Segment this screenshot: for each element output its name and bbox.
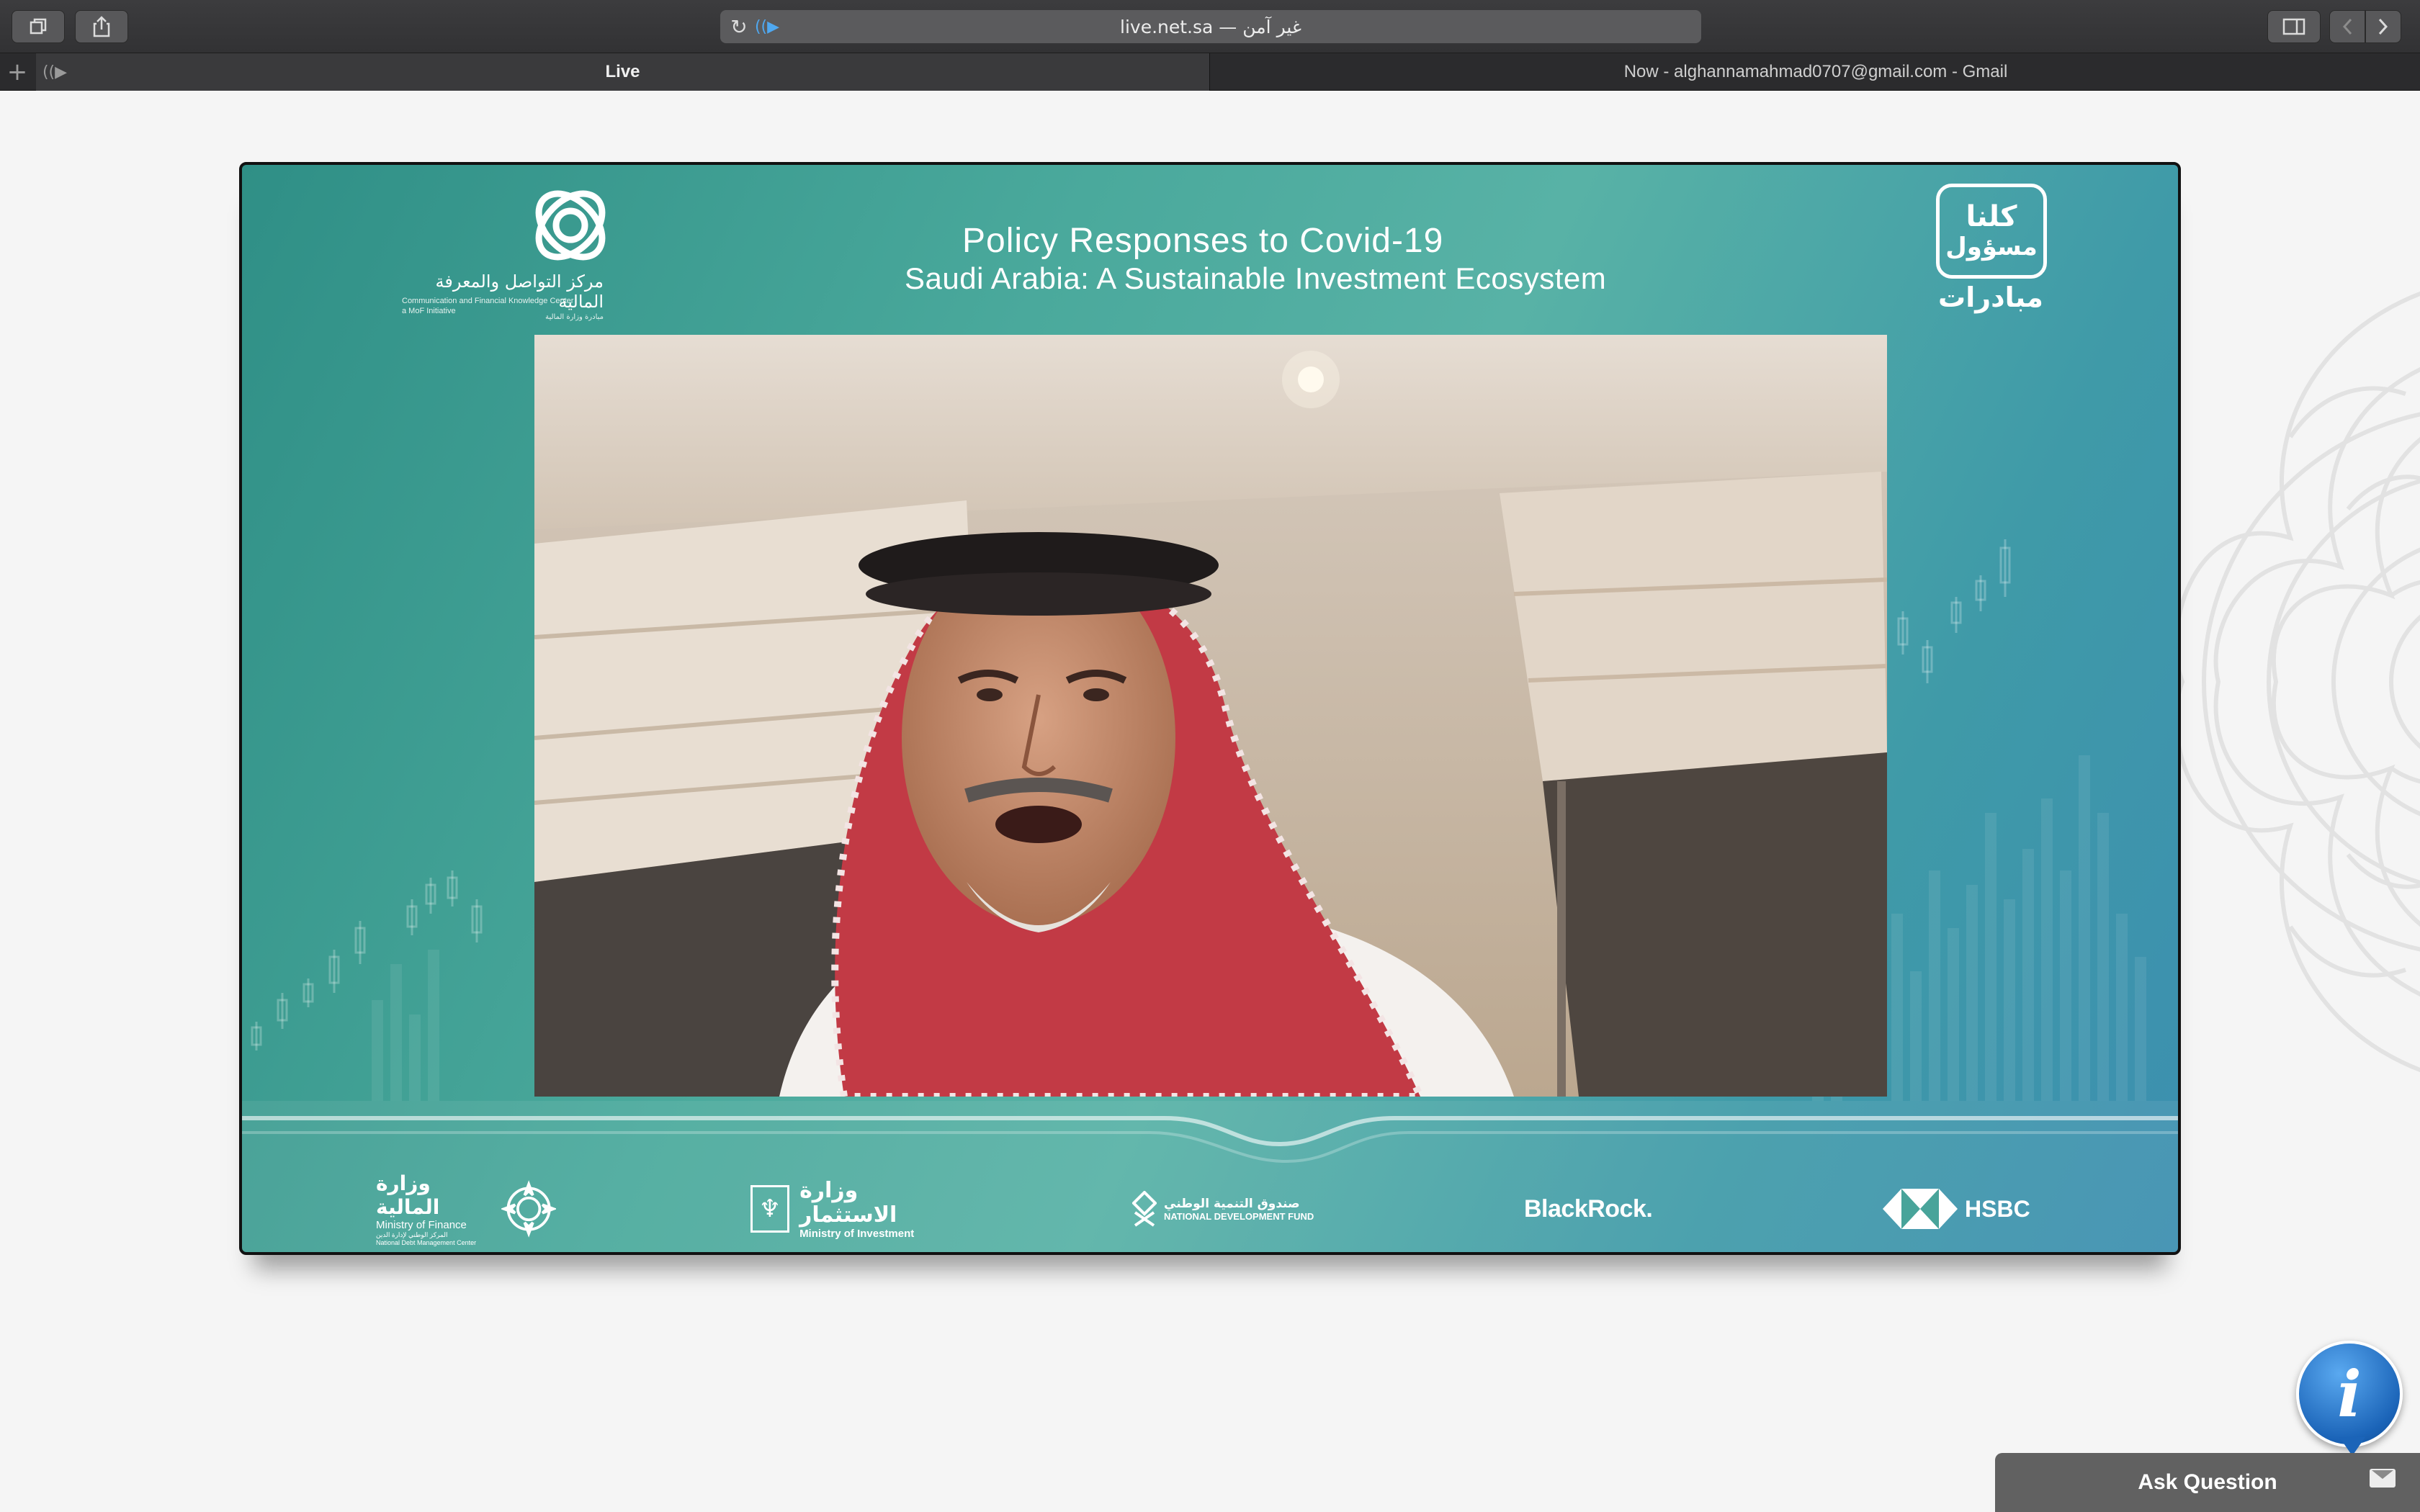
new-tab-button[interactable]: +	[4, 58, 30, 86]
share-button[interactable]	[75, 10, 128, 43]
tab-bar: + Live ((▶ Now - alghannamahmad0707@gmai…	[0, 53, 2420, 91]
info-button[interactable]: i	[2296, 1341, 2403, 1447]
palm-swords-icon: ♆	[750, 1185, 790, 1233]
ndf-arabic: صندوق التنمية الوطني	[1164, 1196, 1300, 1211]
tab-audio-icon[interactable]: ((▶	[42, 59, 68, 85]
kulluna-logo-box: كلنا مسؤول	[1936, 184, 2047, 279]
live-stream-player[interactable]: مركز التواصل والمعرفة المالية Communicat…	[239, 162, 2181, 1255]
cfkc-english-line1: Communication and Financial Knowledge Ce…	[402, 297, 574, 305]
tab-gmail[interactable]: Now - alghannamahmad0707@gmail.com - Gma…	[1211, 53, 2420, 91]
mof-ndmc-english: National Debt Management Center	[376, 1239, 477, 1246]
speaker-video-feed[interactable]	[534, 335, 1887, 1097]
sponsor-hsbc: HSBC	[1883, 1173, 2041, 1245]
knot-logo-icon	[535, 190, 606, 261]
audio-playing-icon[interactable]: ((▶	[753, 14, 781, 39]
tabs-icon	[30, 18, 47, 35]
share-icon	[93, 16, 110, 37]
stream-subtitle: Saudi Arabia: A Sustainable Investment E…	[905, 261, 1607, 295]
browser-toolbar: live.net.sa — غير آمن ↻ ((▶	[0, 0, 2420, 53]
speaker-video-image	[534, 335, 1887, 1097]
mof-ndmc-arabic: المركز الوطني لإدارة الدين	[376, 1231, 448, 1238]
page-content: مركز التواصل والمعرفة المالية Communicat…	[0, 91, 2420, 1512]
ndf-emblem-icon	[1132, 1191, 1157, 1227]
hsbc-wordmark: HSBC	[1965, 1195, 2030, 1222]
moi-arabic: وزارة الاستثمار	[799, 1177, 897, 1228]
ndf-english: NATIONAL DEVELOPMENT FUND	[1164, 1210, 1314, 1222]
sponsor-strip: وزارة المالية Ministry of Finance المركز…	[242, 1158, 2178, 1252]
mandala-decoration	[2175, 291, 2420, 1073]
tab-gmail-label: Now - alghannamahmad0707@gmail.com - Gma…	[1623, 62, 2008, 81]
sidebar-button[interactable]	[2267, 10, 2321, 43]
tab-overview-button[interactable]	[12, 10, 65, 43]
cfkc-arabic-tagline: مبادرة وزارة المالية	[545, 313, 604, 321]
mof-emblem-icon	[501, 1180, 556, 1238]
chevron-right-icon	[2378, 18, 2388, 35]
sidebar-icon	[2282, 18, 2305, 35]
kulluna-logo-line3: مبادرات	[1938, 282, 2043, 313]
info-icon: i	[2337, 1356, 2362, 1431]
forward-button[interactable]	[2365, 10, 2401, 43]
ask-question-button[interactable]: Ask Question	[1995, 1453, 2420, 1512]
moi-text: وزارة الاستثمار Ministry of Investment	[799, 1177, 945, 1240]
stream-title: Policy Responses to Covid-19	[962, 222, 1444, 260]
cfkc-logo: مركز التواصل والمعرفة المالية Communicat…	[400, 181, 617, 325]
address-text: live.net.sa — غير آمن	[1120, 16, 1301, 37]
kulluna-logo-line2: مسؤول	[1945, 233, 2038, 261]
chevron-left-icon	[2342, 18, 2352, 35]
ndf-text: صندوق التنمية الوطني NATIONAL DEVELOPMEN…	[1164, 1197, 1314, 1222]
address-bar[interactable]: live.net.sa — غير آمن	[720, 10, 1701, 43]
sponsor-ministry-of-investment: ♆ وزارة الاستثمار Ministry of Investment	[750, 1173, 945, 1245]
ask-question-label: Ask Question	[2138, 1470, 2277, 1494]
kulluna-logo-line1: كلنا	[1966, 200, 2017, 233]
sponsor-national-development-fund: صندوق التنمية الوطني NATIONAL DEVELOPMEN…	[1132, 1173, 1341, 1245]
wave-divider	[242, 1116, 2178, 1164]
mof-text: وزارة المالية Ministry of Finance المركز…	[376, 1171, 496, 1246]
hsbc-hexagon-icon	[1883, 1189, 1958, 1229]
kulluna-masool-logo: كلنا مسؤول مبادرات	[1933, 184, 2048, 328]
back-button[interactable]	[2329, 10, 2365, 43]
blackrock-wordmark: BlackRock.	[1524, 1194, 1653, 1223]
mail-icon	[2370, 1469, 2396, 1488]
mof-english: Ministry of Finance	[376, 1219, 467, 1231]
tab-live-label: Live	[605, 62, 640, 81]
tab-live[interactable]: Live	[36, 53, 1210, 91]
moi-english: Ministry of Investment	[799, 1227, 915, 1240]
mof-arabic: وزارة المالية	[376, 1171, 440, 1219]
sponsor-blackrock: BlackRock.	[1524, 1173, 1675, 1245]
sponsor-ministry-of-finance: وزارة المالية Ministry of Finance المركز…	[376, 1171, 556, 1246]
reload-icon[interactable]: ↻	[726, 14, 752, 39]
